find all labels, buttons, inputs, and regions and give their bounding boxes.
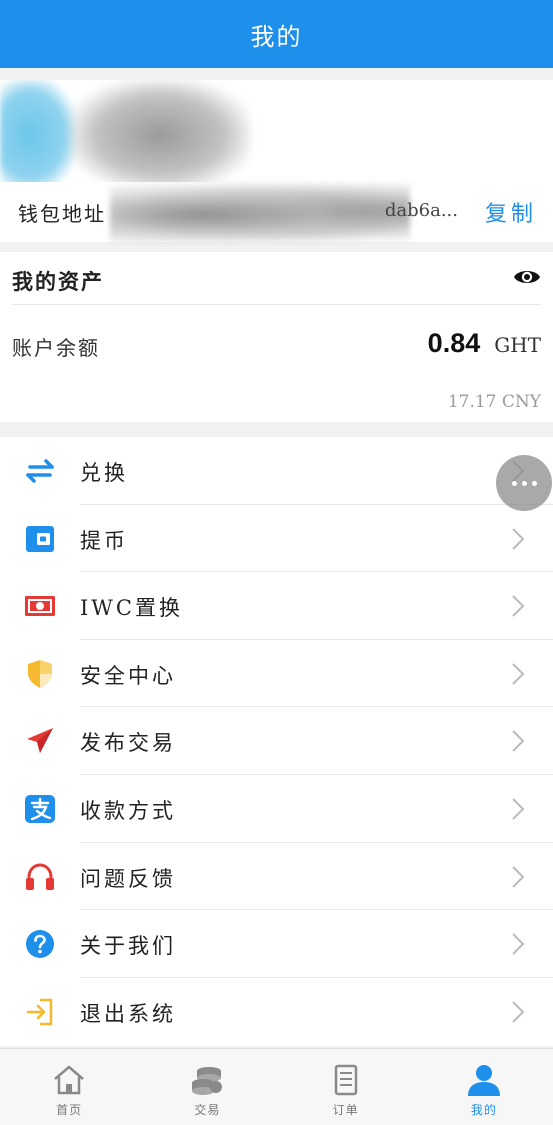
wallet-address-value: dab6a... (384, 200, 458, 221)
menu-item-feedback[interactable]: 问题反馈 (0, 843, 553, 911)
eye-icon[interactable] (513, 266, 541, 288)
menu-item-iwc-swap[interactable]: IWC置换 (0, 572, 553, 640)
headphones-icon (26, 863, 54, 890)
wallet-address-label: 钱包地址 (18, 202, 106, 226)
shield-icon (28, 659, 52, 688)
chevron-right-icon (512, 798, 525, 820)
menu-label: 收款方式 (80, 798, 176, 823)
paper-plane-icon (27, 728, 53, 754)
menu-label: 兑换 (80, 461, 128, 485)
chevron-right-icon (512, 595, 525, 617)
exchange-icon (26, 459, 54, 483)
tab-label: 首页 (56, 1103, 83, 1117)
menu-label: 发布交易 (80, 731, 176, 756)
tab-mine[interactable]: 我的 (415, 1049, 553, 1125)
balance-cny: 17.17 CNY (447, 392, 541, 412)
menu-item-withdraw[interactable]: 提币 (0, 505, 553, 573)
top-app-bar: 我的 (0, 0, 553, 68)
copy-address-button[interactable]: 复制 (485, 196, 537, 228)
dot-icon (511, 480, 517, 486)
chevron-right-icon (512, 730, 525, 753)
balance-label: 账户余额 (12, 336, 100, 360)
chevron-right-icon (512, 663, 525, 685)
menu-label: 问题反馈 (80, 866, 176, 891)
avatar-redacted (0, 80, 75, 182)
tab-trade[interactable]: 交易 (138, 1049, 276, 1125)
menu-item-about-us[interactable]: 关于我们 (0, 910, 553, 978)
menu-list: 兑换 提币 IWC置换 安全中心 发布交易 收款方式 问题反馈 关于我们 退出系… (0, 437, 553, 1046)
menu-label: 关于我们 (80, 934, 176, 959)
wallet-icon (26, 525, 54, 552)
tab-home[interactable]: 首页 (0, 1049, 138, 1125)
coins-icon (192, 1067, 223, 1095)
page-title: 我的 (250, 22, 303, 51)
menu-item-logout[interactable]: 退出系统 (0, 978, 553, 1046)
menu-label: 安全中心 (80, 663, 176, 688)
balance-number: 0.84 (427, 328, 481, 358)
profile-header (0, 80, 553, 182)
tab-label: 我的 (470, 1103, 497, 1117)
floating-more-button[interactable] (496, 455, 552, 511)
balance-unit: GHT (494, 333, 541, 357)
tab-label: 订单 (332, 1103, 359, 1117)
menu-label: 退出系统 (80, 1001, 176, 1026)
wallet-address-row: 钱包地址 dab6a... 复制 (0, 182, 553, 242)
chevron-right-icon (512, 933, 525, 955)
user-icon (467, 1065, 500, 1096)
balance-amount: 0.84 GHT (428, 328, 541, 359)
logout-icon (26, 998, 53, 1025)
chevron-right-icon (512, 1001, 525, 1023)
tab-orders[interactable]: 订单 (277, 1049, 415, 1125)
menu-item-security-center[interactable]: 安全中心 (0, 640, 553, 708)
banknote-icon (25, 596, 55, 617)
menu-item-exchange[interactable]: 兑换 (0, 437, 553, 505)
menu-label: 提币 (80, 528, 128, 553)
menu-label: IWC置换 (80, 596, 183, 621)
alipay-icon (25, 794, 55, 823)
menu-item-publish-trade[interactable]: 发布交易 (0, 707, 553, 775)
chevron-right-icon (512, 527, 525, 550)
bottom-tab-bar: 首页 交易 订单 我的 (0, 1048, 553, 1125)
dot-icon (531, 480, 537, 486)
tab-label: 交易 (194, 1103, 221, 1117)
assets-card: 我的资产 账户余额 0.84 GHT 17.17 CNY (0, 252, 553, 422)
divider (12, 304, 541, 305)
dot-icon (521, 480, 527, 486)
home-icon (54, 1065, 84, 1095)
question-icon (26, 930, 54, 959)
menu-item-payment-methods[interactable]: 收款方式 (0, 775, 553, 843)
order-list-icon (334, 1064, 357, 1096)
username-redacted (70, 80, 250, 182)
chevron-right-icon (512, 865, 525, 888)
assets-title: 我的资产 (12, 269, 104, 294)
